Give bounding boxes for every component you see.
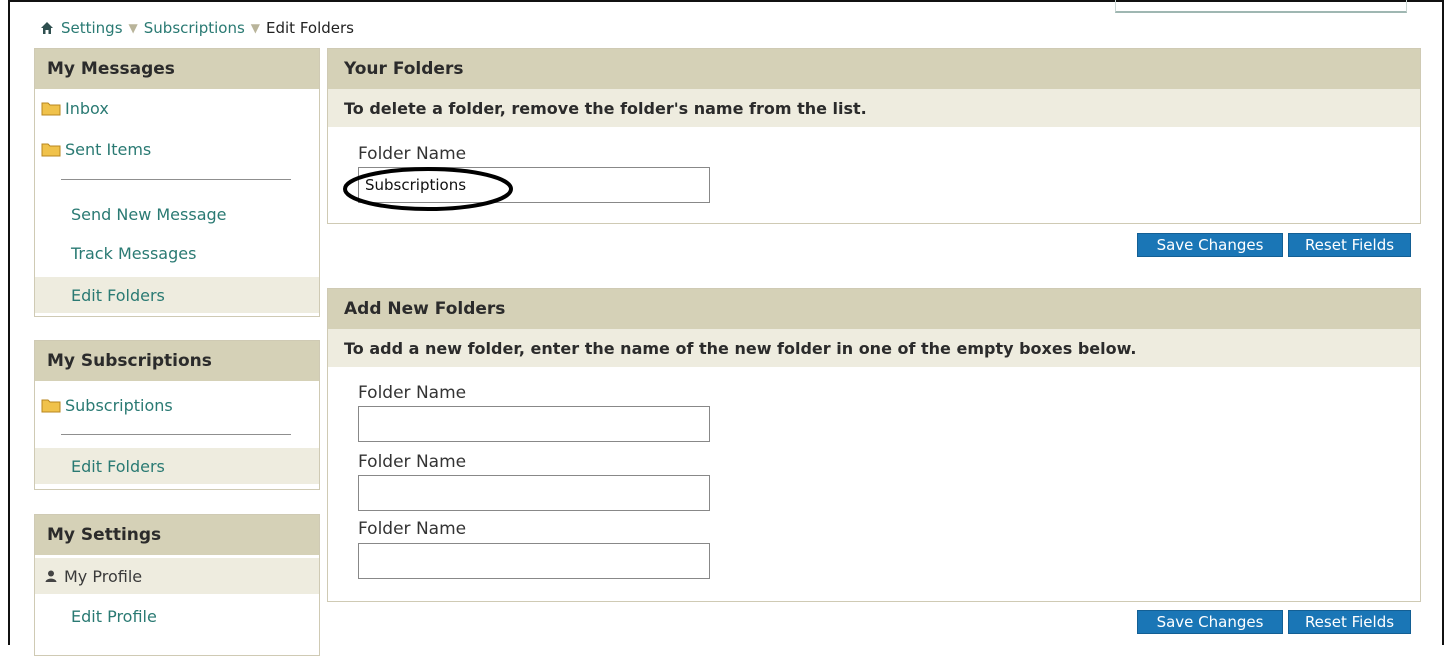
folder-name-label: Folder Name — [358, 383, 467, 403]
reset-fields-button[interactable]: Reset Fields — [1288, 610, 1411, 634]
folder-icon — [41, 143, 61, 156]
add-new-folders-panel: Add New Folders To add a new folder, ent… — [327, 288, 1421, 602]
new-folder-input-3[interactable] — [358, 543, 710, 579]
my-subscriptions-box: My Subscriptions Subscriptions Edit Fold… — [34, 340, 320, 490]
sidebar-item-track-messages[interactable]: Track Messages — [35, 235, 319, 271]
sidebar-item-label: Send New Message — [71, 204, 227, 224]
sidebar-item-edit-profile[interactable]: Edit Profile — [35, 598, 319, 634]
sidebar-item-edit-folders[interactable]: Edit Folders — [35, 277, 319, 313]
folder-name-label: Folder Name — [358, 144, 467, 164]
sidebar-item-label: Subscriptions — [65, 395, 173, 415]
your-folders-heading: Your Folders — [328, 49, 1420, 89]
sidebar-item-my-profile: My Profile — [35, 558, 319, 594]
breadcrumb: Settings ▼ Subscriptions ▼ Edit Folders — [40, 18, 354, 38]
sidebar-item-label: My Profile — [64, 566, 143, 586]
user-icon — [45, 570, 57, 582]
new-folder-input-1[interactable] — [358, 406, 710, 442]
folder-name-label: Folder Name — [358, 452, 467, 472]
home-icon[interactable] — [40, 21, 54, 35]
save-changes-button[interactable]: Save Changes — [1137, 233, 1283, 257]
my-subscriptions-heading: My Subscriptions — [35, 341, 319, 381]
window-frame-right — [1442, 0, 1444, 645]
breadcrumb-separator-icon: ▼ — [250, 21, 261, 35]
sidebar-item-label: Track Messages — [71, 243, 197, 263]
my-settings-heading: My Settings — [35, 515, 319, 555]
window-frame-left — [8, 0, 10, 645]
my-messages-box: My Messages Inbox Sent Items Send New Me… — [34, 48, 320, 317]
folder-icon — [41, 102, 61, 115]
your-folders-panel: Your Folders To delete a folder, remove … — [327, 48, 1421, 224]
sidebar-item-label: Inbox — [65, 98, 109, 118]
add-new-folders-heading: Add New Folders — [328, 289, 1420, 329]
sidebar-item-label: Edit Profile — [71, 606, 157, 626]
breadcrumb-settings[interactable]: Settings — [61, 19, 123, 37]
folder-icon — [41, 399, 61, 412]
sidebar-item-inbox[interactable]: Inbox — [35, 90, 319, 126]
breadcrumb-current: Edit Folders — [266, 19, 355, 37]
sidebar-item-subscriptions[interactable]: Subscriptions — [35, 387, 319, 423]
add-new-folders-instruction: To add a new folder, enter the name of t… — [328, 329, 1420, 367]
sidebar-item-label: Sent Items — [65, 139, 152, 159]
breadcrumb-subscriptions[interactable]: Subscriptions — [144, 19, 245, 37]
header-search-edge — [1115, 0, 1407, 13]
sidebar-divider — [61, 434, 291, 435]
folder-name-label: Folder Name — [358, 519, 467, 539]
sidebar-item-label: Edit Folders — [71, 456, 165, 476]
save-changes-button[interactable]: Save Changes — [1137, 610, 1283, 634]
my-messages-heading: My Messages — [35, 49, 319, 89]
new-folder-input-2[interactable] — [358, 475, 710, 511]
my-settings-box: My Settings My Profile Edit Profile — [34, 514, 320, 656]
sidebar-item-send-new-message[interactable]: Send New Message — [35, 196, 319, 232]
breadcrumb-separator-icon: ▼ — [128, 21, 138, 35]
sidebar-divider — [61, 179, 291, 180]
your-folders-instruction: To delete a folder, remove the folder's … — [328, 89, 1420, 127]
existing-folder-input[interactable] — [358, 167, 710, 203]
reset-fields-button[interactable]: Reset Fields — [1288, 233, 1411, 257]
sidebar-item-sent-items[interactable]: Sent Items — [35, 131, 319, 167]
sidebar-item-edit-folders-subscriptions[interactable]: Edit Folders — [35, 448, 319, 484]
sidebar-item-label: Edit Folders — [71, 285, 165, 305]
